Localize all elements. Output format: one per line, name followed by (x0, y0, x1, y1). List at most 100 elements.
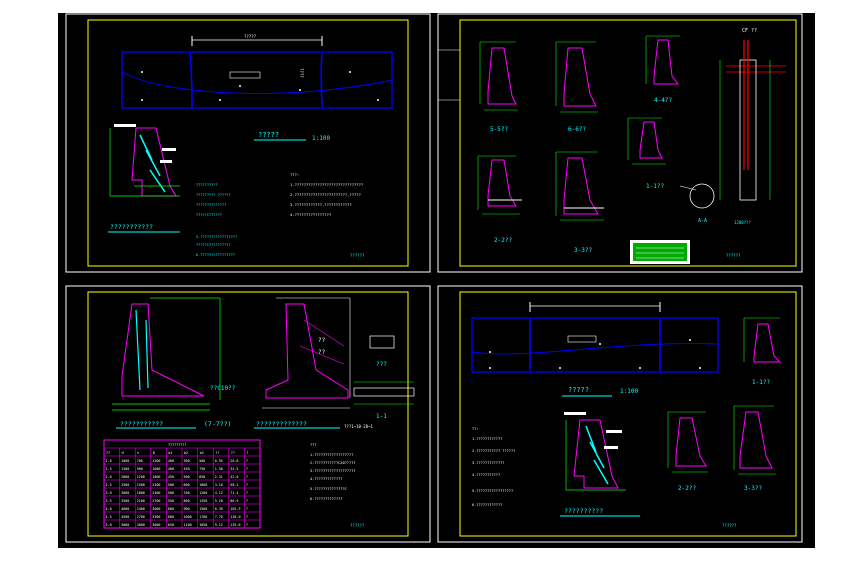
table-cell: 650 (168, 523, 174, 527)
table-cell: 900 (137, 467, 143, 471)
svg-text:5.??????????????C: 5.??????????????C (310, 487, 347, 491)
svg-text:?????C??????: ?????C?????? (196, 213, 222, 217)
table-cell: 300 (184, 459, 190, 463)
table-cell: 2400 (137, 507, 145, 511)
table-cell: 2700 (152, 499, 160, 503)
svg-text:1-1??: 1-1?? (646, 183, 664, 190)
table-cell: 2000 (121, 475, 129, 479)
table-cell: 20.8 (230, 459, 238, 463)
svg-text:5.?????????????????: 5.????????????????? (472, 489, 513, 493)
table-cell: 1350 (199, 499, 207, 503)
svg-text:4.?????????????: 4.????????????? (310, 477, 342, 481)
plan-title: ????? (258, 131, 279, 139)
svg-text:5-5??: 5-5?? (490, 126, 508, 133)
table-cell: 2500 (121, 483, 129, 487)
table-cell: 500 (168, 491, 174, 495)
table-cell: 71.4 (230, 491, 238, 495)
cad-drawing-canvas[interactable]: ????? ???? ????? 1:100 ??????????? ?????… (0, 0, 867, 562)
table-cell: 3300 (152, 515, 160, 519)
table-cell: 3.5 (106, 499, 112, 503)
plan-scale: 1:100 (620, 388, 638, 395)
table-cell: 118.0 (230, 515, 240, 519)
table-cell: 400 (168, 459, 174, 463)
svg-text:???1~10-28~1: ???1~10-28~1 (344, 424, 373, 429)
table-cell: 86.9 (230, 499, 238, 503)
table-cell: 1200 (199, 491, 207, 495)
legend-box (630, 240, 690, 264)
svg-text:??????????????: ?????????????? (196, 203, 226, 207)
table-cell: 1850 (199, 523, 207, 527)
table-cell: ? (246, 523, 248, 527)
table-cell: 700 (184, 491, 190, 495)
svg-text:?????C??????????: ?????C?????????? (196, 243, 231, 247)
left-subtitle: (7-7??) (204, 420, 231, 428)
table-cell: 9.12 (215, 523, 223, 527)
table-cell: ? (246, 467, 248, 471)
table-header-cell: h (137, 451, 139, 455)
table-cell: 0.95 (215, 459, 223, 463)
svg-text:2-2??: 2-2?? (494, 237, 512, 244)
table-cell: 5000 (121, 523, 129, 527)
table-cell: 4.12 (215, 491, 223, 495)
table-cell: 3000 (152, 507, 160, 511)
table-cell: 1500 (137, 483, 145, 487)
svg-text:1-1??: 1-1?? (752, 379, 770, 386)
table-cell: 600 (168, 507, 174, 511)
table-cell: 1.5 (106, 467, 112, 471)
table-cell: 450 (168, 475, 174, 479)
table-cell: 700 (137, 459, 143, 463)
table-cell: 750 (199, 467, 205, 471)
table-cell: 34.5 (230, 467, 238, 471)
table-cell: ? (246, 483, 248, 487)
table-header-cell: ?? (215, 451, 219, 455)
svg-text:???:: ???: (290, 172, 299, 177)
table-cell: 550 (168, 499, 174, 503)
svg-text:???: ??? (376, 361, 387, 368)
svg-text:2.??????????? ??????: 2.??????????? ?????? (472, 449, 515, 453)
table-cell: 58.2 (230, 483, 238, 487)
table-cell: 500 (168, 483, 174, 487)
svg-text:1200???: 1200??? (734, 220, 751, 225)
table-cell: 600 (184, 483, 190, 487)
table-cell: 2100 (137, 499, 145, 503)
svg-text:??: ?? (318, 337, 326, 344)
table-cell: 400 (168, 467, 174, 471)
svg-text:2.???????????C20?????: 2.???????????C20????? (310, 461, 355, 465)
table-cell: 1000 (184, 515, 192, 519)
table-header-cell: ?? (231, 451, 235, 455)
table-cell: 1500 (199, 507, 207, 511)
svg-text:2-2??: 2-2?? (678, 485, 696, 492)
svg-text:3-3??: 3-3?? (744, 485, 762, 492)
table-cell: 3.0 (106, 491, 112, 495)
plan-dim-vertical: ???? (299, 68, 304, 78)
table-header-cell: b3 (200, 451, 204, 455)
table-header-cell: ?? (106, 451, 110, 455)
svg-text:6.????????????: 6.???????????? (472, 503, 502, 507)
table-cell: 2.0 (106, 475, 112, 479)
section-title: ?????????? (564, 507, 603, 515)
table-cell: 850 (199, 475, 205, 479)
svg-text:4.???????????: 4.??????????? (472, 473, 500, 477)
table-title: ????????? (168, 443, 186, 447)
table-cell: 1800 (152, 475, 160, 479)
svg-text:2.???????????????????????,????: 2.???????????????????????,????? (290, 192, 361, 197)
svg-text:5.?????????????????: 5.????????????????? (196, 235, 237, 239)
table-cell: 1600 (152, 467, 160, 471)
svg-text:4.????????????????: 4.???????????????? (290, 212, 331, 217)
left-title: ??????????? (120, 420, 163, 428)
svg-text:1.??????????????????: 1.?????????????????? (310, 453, 353, 457)
table-cell: ? (246, 475, 248, 479)
table-cell: 4.0 (106, 507, 112, 511)
section-title: ??????????? (110, 223, 153, 231)
table-cell: 5.0 (106, 523, 112, 527)
svg-text:3-3??: 3-3?? (574, 247, 592, 254)
table-cell: 6.39 (215, 507, 223, 511)
table-cell: 900 (184, 507, 190, 511)
svg-text:6.?????????????: 6.????????????? (310, 497, 342, 501)
svg-text:??????????: ?????????? (196, 183, 218, 187)
table-cell: 1.0 (106, 459, 112, 463)
table-cell: 3500 (121, 499, 129, 503)
table-cell: 500 (199, 459, 205, 463)
table-cell: 2.31 (215, 475, 223, 479)
table-cell: 102.5 (230, 507, 240, 511)
